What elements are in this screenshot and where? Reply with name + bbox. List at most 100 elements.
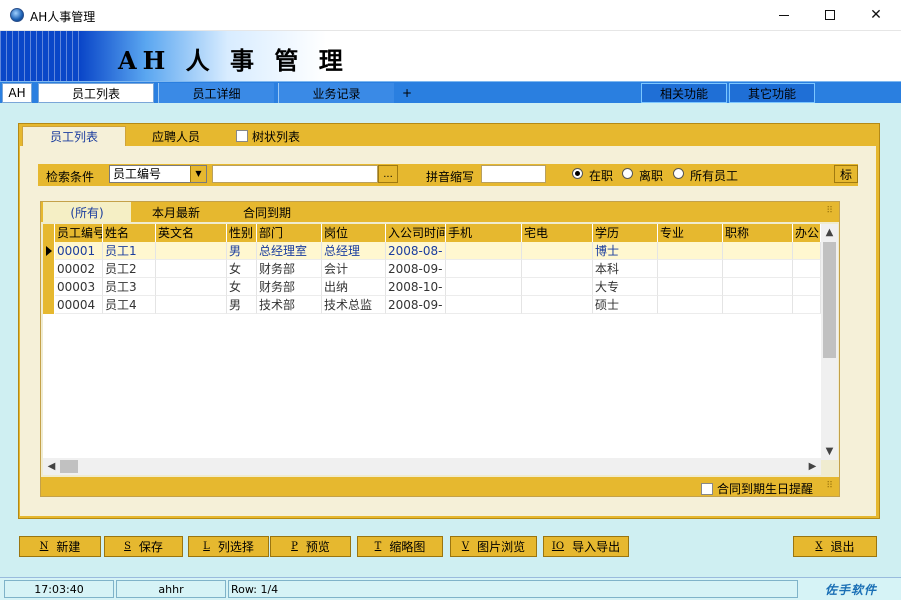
cell-home-phone[interactable]	[522, 296, 593, 314]
cell-major[interactable]	[658, 296, 723, 314]
cell-home-phone[interactable]	[522, 278, 593, 296]
tab-business-records[interactable]: 业务记录	[278, 83, 394, 103]
col-header-major[interactable]: 专业	[658, 224, 723, 242]
grid-tab-contract-expiry[interactable]: 合同到期	[221, 202, 313, 222]
col-header-english-name[interactable]: 英文名	[156, 224, 227, 242]
cell-title[interactable]	[723, 260, 793, 278]
other-functions-button[interactable]: 其它功能	[729, 83, 815, 103]
tree-list-toggle[interactable]: 树状列表	[236, 126, 326, 146]
cell-join-date[interactable]: 2008-09-	[386, 260, 446, 278]
col-header-department[interactable]: 部门	[257, 224, 322, 242]
cell-id[interactable]: 00003	[55, 278, 103, 296]
cell-name[interactable]: 员工3	[103, 278, 156, 296]
cell-major[interactable]	[658, 260, 723, 278]
col-header-home-phone[interactable]: 宅电	[522, 224, 593, 242]
tree-list-checkbox[interactable]	[236, 130, 248, 142]
scroll-right-icon[interactable]: ▶	[804, 458, 821, 475]
cell-office[interactable]	[793, 278, 821, 296]
col-header-education[interactable]: 学历	[593, 224, 658, 242]
cell-gender[interactable]: 男	[227, 242, 257, 260]
minimize-button[interactable]	[761, 0, 807, 30]
table-row[interactable]: 00004 员工4 男 技术部 技术总监 2008-09- 硕士	[43, 296, 821, 314]
table-row[interactable]: 00003 员工3 女 财务部 出纳 2008-10- 大专	[43, 278, 821, 296]
search-field-select[interactable]: 员工编号 ▼	[109, 165, 207, 183]
vertical-scroll-thumb[interactable]	[823, 242, 836, 358]
table-row[interactable]: 00002 员工2 女 财务部 会计 2008-09- 本科	[43, 260, 821, 278]
new-button[interactable]: N 新建	[19, 536, 101, 557]
horizontal-scroll-thumb[interactable]	[60, 460, 78, 473]
tab-inner-applicants[interactable]: 应聘人员	[128, 126, 224, 146]
filter-active-radio[interactable]	[572, 168, 583, 179]
cell-home-phone[interactable]	[522, 242, 593, 260]
related-functions-button[interactable]: 相关功能	[641, 83, 727, 103]
cell-education[interactable]: 硕士	[593, 296, 658, 314]
tab-employee-detail[interactable]: 员工详细	[158, 83, 274, 103]
cell-office[interactable]	[793, 260, 821, 278]
maximize-button[interactable]	[807, 0, 853, 30]
cell-office[interactable]	[793, 242, 821, 260]
col-header-title[interactable]: 职称	[723, 224, 793, 242]
cell-join-date[interactable]: 2008-09-	[386, 296, 446, 314]
cell-join-date[interactable]: 2008-08-	[386, 242, 446, 260]
cell-title[interactable]	[723, 242, 793, 260]
row-selector[interactable]	[43, 278, 55, 296]
cell-mobile[interactable]	[446, 278, 522, 296]
cell-gender[interactable]: 女	[227, 260, 257, 278]
cell-gender[interactable]: 女	[227, 278, 257, 296]
cell-id[interactable]: 00004	[55, 296, 103, 314]
cell-mobile[interactable]	[446, 260, 522, 278]
cell-major[interactable]	[658, 242, 723, 260]
grid-tab-all[interactable]: (所有)	[43, 202, 131, 222]
cell-mobile[interactable]	[446, 242, 522, 260]
cell-gender[interactable]: 男	[227, 296, 257, 314]
tab-inner-employee-list[interactable]: 员工列表	[22, 126, 126, 146]
cell-mobile[interactable]	[446, 296, 522, 314]
grid-tab-this-month[interactable]: 本月最新	[133, 202, 219, 222]
add-tab-button[interactable]: +	[396, 83, 418, 103]
row-selector[interactable]	[43, 296, 55, 314]
row-selector[interactable]	[43, 242, 55, 260]
thumbnail-button[interactable]: T 缩略图	[357, 536, 443, 557]
tab-employee-list[interactable]: 员工列表	[38, 83, 154, 103]
cell-name[interactable]: 员工4	[103, 296, 156, 314]
cell-position[interactable]: 总经理	[322, 242, 386, 260]
cell-english-name[interactable]	[156, 278, 227, 296]
horizontal-scrollbar[interactable]: ◀ ▶	[43, 458, 821, 475]
browse-button[interactable]: ...	[378, 165, 398, 183]
cell-education[interactable]: 博士	[593, 242, 658, 260]
exit-button[interactable]: X 退出	[793, 536, 877, 557]
cell-id[interactable]: 00002	[55, 260, 103, 278]
cell-position[interactable]: 技术总监	[322, 296, 386, 314]
col-header-mobile[interactable]: 手机	[446, 224, 522, 242]
cell-english-name[interactable]	[156, 260, 227, 278]
scroll-up-icon[interactable]: ▲	[821, 224, 838, 241]
cell-name[interactable]: 员工2	[103, 260, 156, 278]
close-button[interactable]: ✕	[853, 0, 899, 30]
vertical-scrollbar[interactable]: ▲ ▼	[821, 224, 838, 460]
filter-resigned-radio[interactable]	[622, 168, 633, 179]
cell-id[interactable]: 00001	[55, 242, 103, 260]
col-header-name[interactable]: 姓名	[103, 224, 156, 242]
table-row[interactable]: 00001 员工1 男 总经理室 总经理 2008-08- 博士	[43, 242, 821, 260]
cell-join-date[interactable]: 2008-10-	[386, 278, 446, 296]
col-header-position[interactable]: 岗位	[322, 224, 386, 242]
col-header-gender[interactable]: 性别	[227, 224, 257, 242]
cell-english-name[interactable]	[156, 296, 227, 314]
cell-department[interactable]: 总经理室	[257, 242, 322, 260]
scroll-down-icon[interactable]: ▼	[821, 443, 838, 460]
cell-department[interactable]: 技术部	[257, 296, 322, 314]
reminder-toggle[interactable]: 合同到期生日提醒	[701, 480, 813, 497]
cell-home-phone[interactable]	[522, 260, 593, 278]
image-browse-button[interactable]: V 图片浏览	[450, 536, 537, 557]
reminder-checkbox[interactable]	[701, 482, 713, 495]
cell-title[interactable]	[723, 278, 793, 296]
preview-button[interactable]: P 预览	[270, 536, 351, 557]
scroll-left-icon[interactable]: ◀	[43, 458, 60, 475]
cell-department[interactable]: 财务部	[257, 260, 322, 278]
row-selector[interactable]	[43, 260, 55, 278]
save-button[interactable]: S 保存	[104, 536, 183, 557]
cell-education[interactable]: 本科	[593, 260, 658, 278]
cell-english-name[interactable]	[156, 242, 227, 260]
column-select-button[interactable]: L 列选择	[188, 536, 269, 557]
filter-all-radio[interactable]	[673, 168, 684, 179]
